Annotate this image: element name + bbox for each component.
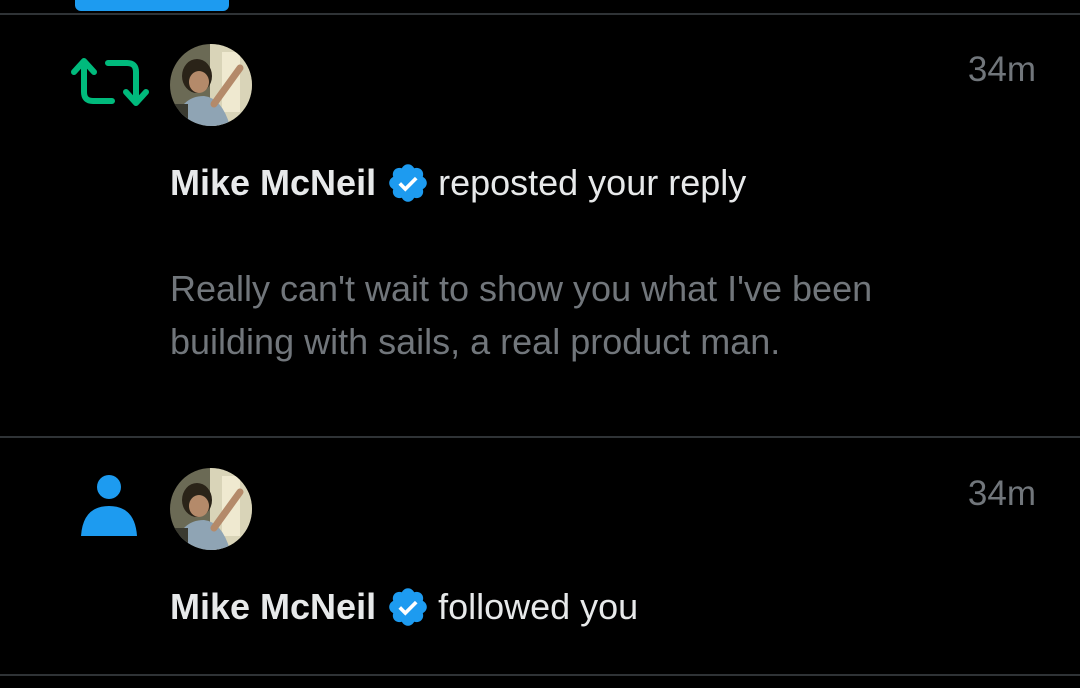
notification-repost[interactable]: 34m Mike McNeil reposted your reply Real… (0, 16, 1080, 436)
notification-action-text: followed you (438, 586, 639, 627)
notification-follow[interactable]: 34m Mike McNeil followed you (0, 438, 1080, 674)
timestamp: 34m (967, 474, 1036, 513)
divider (0, 674, 1080, 676)
notification-headline: Mike McNeil reposted your reply (170, 160, 746, 206)
person-icon (70, 474, 150, 536)
verified-badge-icon (386, 585, 430, 629)
notification-headline: Mike McNeil followed you (170, 584, 638, 630)
repost-icon (70, 54, 150, 114)
notification-action-text: reposted your reply (438, 162, 747, 203)
timestamp: 34m (967, 50, 1036, 89)
user-name-link[interactable]: Mike McNeil (170, 162, 376, 204)
verified-badge-icon (386, 161, 430, 205)
user-avatar[interactable] (170, 44, 252, 126)
reply-snippet[interactable]: Really can't wait to show you what I've … (170, 262, 890, 368)
divider (0, 13, 1080, 15)
active-tab-indicator (75, 0, 229, 11)
user-name-link[interactable]: Mike McNeil (170, 586, 376, 628)
user-avatar[interactable] (170, 468, 252, 550)
